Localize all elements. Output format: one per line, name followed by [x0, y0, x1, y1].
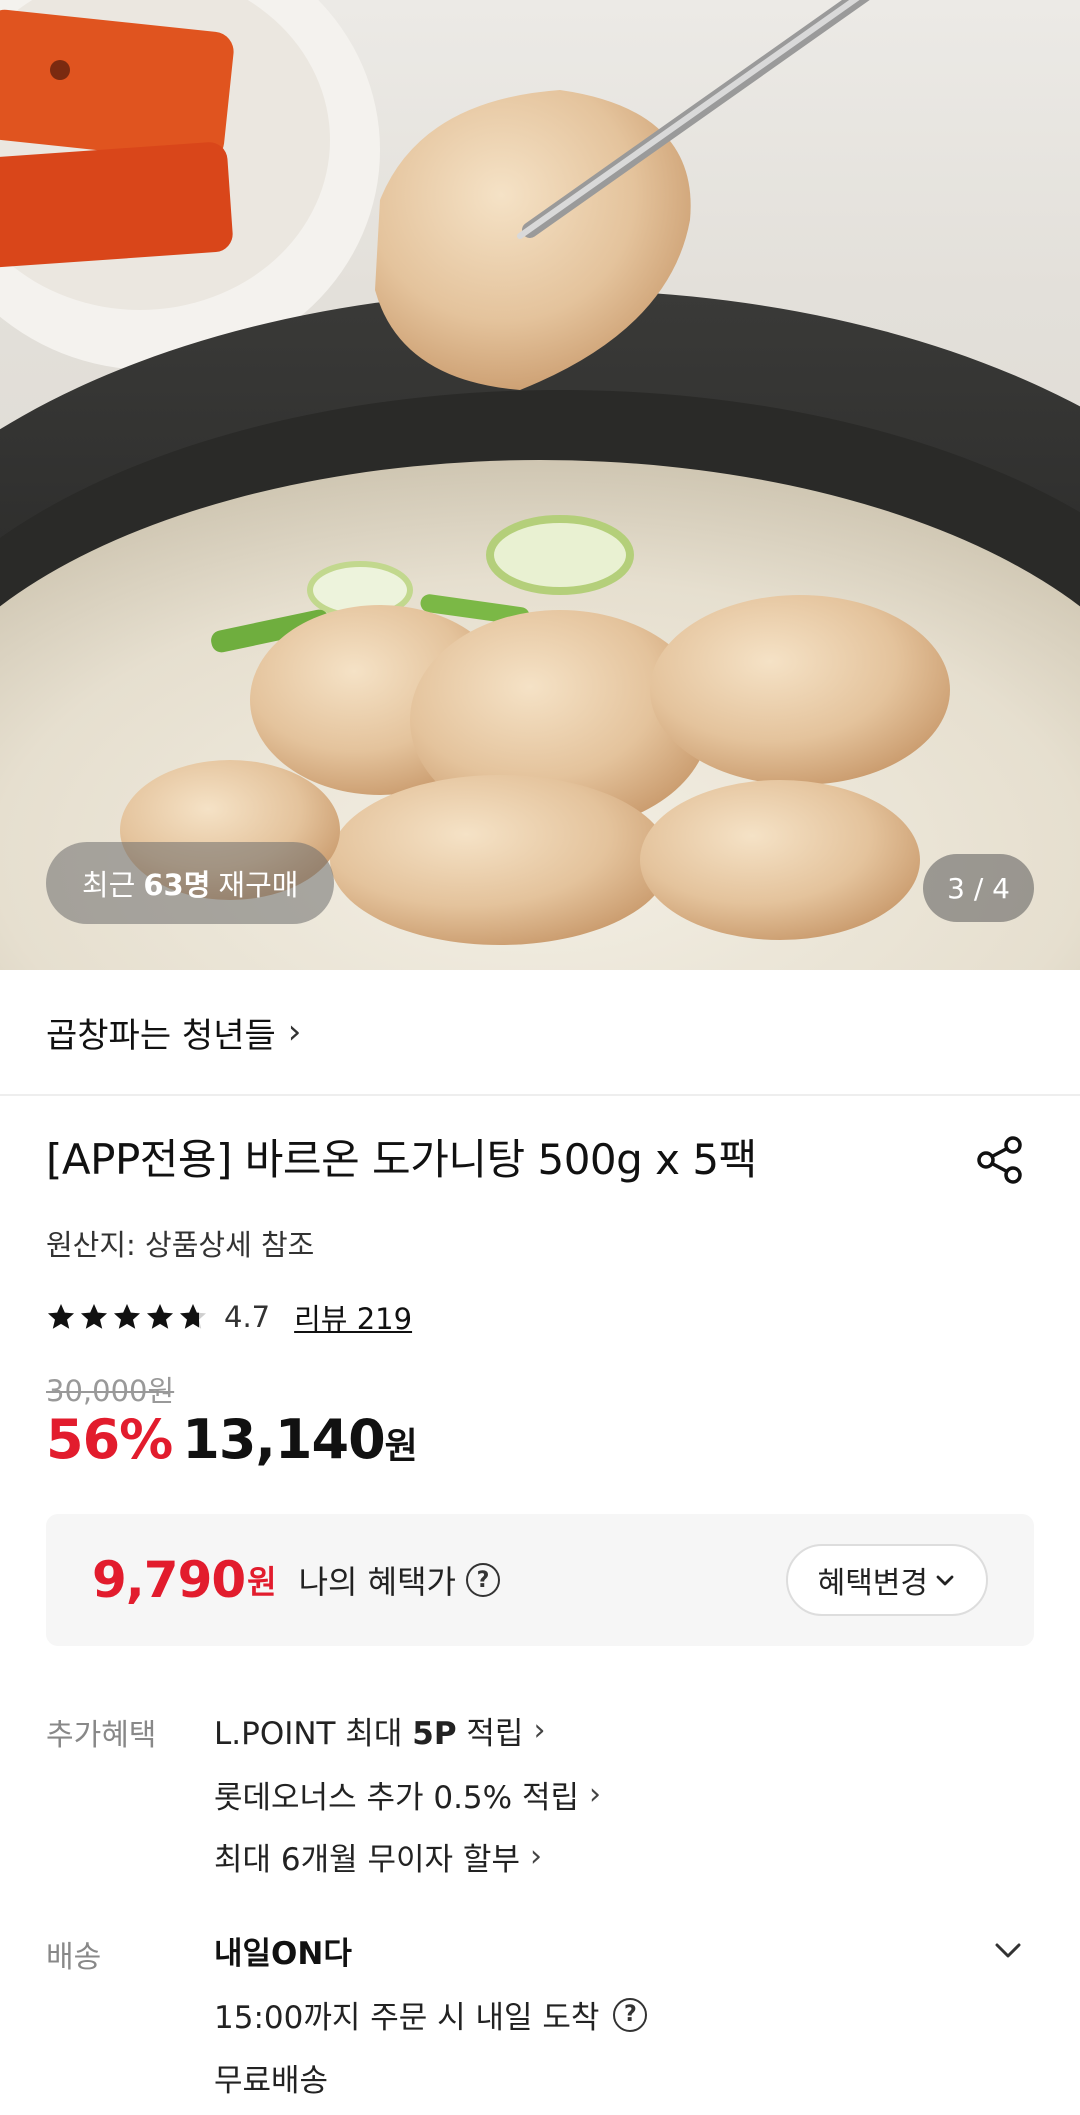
review-link[interactable]: 리뷰 219: [294, 1296, 412, 1338]
delivery-title: 내일ON다: [214, 1936, 352, 1972]
store-name: 곱창파는 청년들: [46, 1015, 276, 1056]
benefit-change-button[interactable]: 혜택변경: [785, 1544, 988, 1616]
chevron-right-icon: ›: [529, 1839, 542, 1874]
repurchase-badge: 최근 63명 재구매: [46, 842, 335, 924]
star-icon: [81, 1304, 107, 1329]
delivery-order-text: 15:00까지 주문 시 내일 도착: [214, 2000, 600, 2036]
star-rating: [46, 1302, 208, 1332]
extra-benefit-text: 롯데오너스 추가 0.5% 적립: [214, 1780, 579, 1816]
chevron-down-icon: [995, 1943, 1021, 1958]
section-divider: [0, 1094, 1080, 1096]
extra-benefit-suffix: 적립: [456, 1716, 524, 1752]
delivery-order-info: 15:00까지 주문 시 내일 도착 ?: [214, 1992, 648, 2037]
extra-benefit-text: L.POINT 최대: [214, 1716, 413, 1752]
benefit-label: 나의 혜택가: [298, 1563, 456, 1601]
repurchase-prefix: 최근: [82, 868, 136, 902]
chevron-right-icon: ›: [287, 1012, 302, 1052]
star-icon: [48, 1304, 74, 1329]
extra-benefit-lpoint[interactable]: L.POINT 최대 5P 적립 ›: [214, 1708, 545, 1753]
price-unit: 원: [384, 1426, 418, 1467]
chevron-down-icon: [936, 1575, 954, 1586]
extra-benefit-installment[interactable]: 최대 6개월 무이자 할부 ›: [214, 1834, 542, 1879]
origin-info: 원산지: 상품상세 참조: [46, 1228, 315, 1262]
product-photo: [0, 0, 1080, 970]
discount-rate: 56%: [46, 1408, 173, 1471]
benefit-price-unit: 원: [247, 1563, 277, 1601]
rating-value: 4.7: [224, 1300, 271, 1334]
star-icon: [147, 1304, 173, 1329]
help-icon[interactable]: ?: [613, 1997, 648, 2032]
repurchase-suffix: 재구매: [218, 868, 299, 902]
help-icon[interactable]: ?: [465, 1563, 500, 1597]
rating-row: 4.7 리뷰 219: [46, 1295, 412, 1339]
extra-benefit-lotte-owners[interactable]: 롯데오너스 추가 0.5% 적립 ›: [214, 1772, 601, 1817]
share-icon: [977, 1136, 1022, 1184]
price-row: 56% 13,140원: [46, 1408, 418, 1471]
chevron-right-icon: ›: [589, 1777, 601, 1812]
benefit-change-label: 혜택변경: [817, 1566, 928, 1601]
product-image-carousel[interactable]: 최근 63명 재구매 3 / 4: [0, 0, 1080, 970]
delivery-expand-button[interactable]: [984, 1926, 1032, 1974]
benefit-price: 9,790: [92, 1551, 246, 1609]
share-button[interactable]: [970, 1130, 1030, 1190]
extra-benefit-text: 최대 6개월 무이자 할부: [214, 1842, 520, 1878]
image-page-indicator: 3 / 4: [923, 854, 1034, 922]
extra-benefit-bold: 5P: [412, 1716, 457, 1752]
shipping-fee: 무료배송: [214, 2063, 329, 2099]
store-link[interactable]: 곱창파는 청년들 ›: [46, 1004, 301, 1060]
original-price: 30,000원: [46, 1374, 175, 1408]
benefit-price-box: 9,790 원 나의 혜택가 ? 혜택변경: [46, 1514, 1034, 1646]
star-icon: [114, 1304, 140, 1329]
chevron-right-icon: ›: [533, 1713, 546, 1748]
star-icon: [180, 1304, 206, 1329]
product-title: [APP전용] 바르온 도가니탕 500g x 5팩: [46, 1135, 757, 1184]
repurchase-count: 63명: [143, 868, 211, 902]
delivery-label: 배송: [46, 1940, 102, 1975]
extra-benefits-label: 추가혜택: [46, 1718, 157, 1753]
sale-price: 13,140: [182, 1408, 385, 1471]
